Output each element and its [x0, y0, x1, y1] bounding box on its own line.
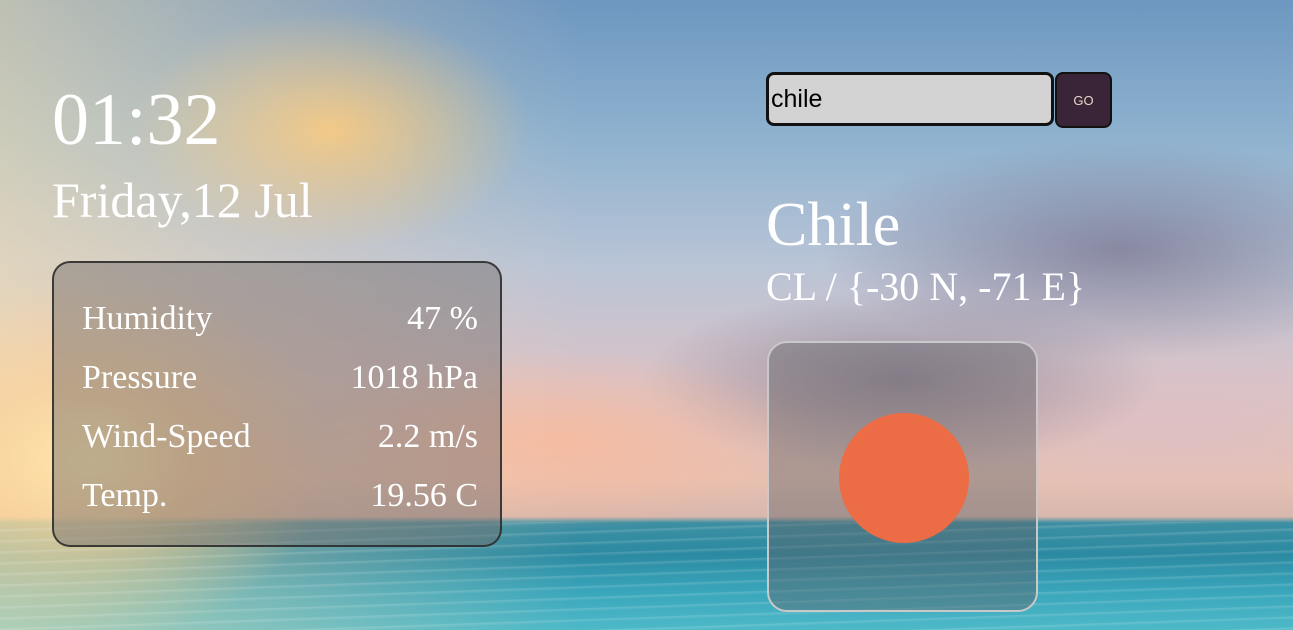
stat-row-temperature: Temp. 19.56 C: [82, 476, 478, 516]
weather-stats-card: Humidity 47 % Pressure 1018 hPa Wind-Spe…: [52, 261, 502, 547]
stat-label: Wind-Speed: [82, 418, 251, 455]
city-coordinates: CL / {-30 N, -71 E}: [766, 264, 1086, 309]
stat-label: Pressure: [82, 359, 198, 396]
clock-time: 01:32: [52, 79, 221, 161]
stat-row-pressure: Pressure 1018 hPa: [82, 358, 478, 398]
stat-row-wind-speed: Wind-Speed 2.2 m/s: [82, 417, 478, 457]
stat-value: 19.56 C: [370, 477, 478, 514]
stat-value: 1018 hPa: [350, 359, 479, 396]
clock-date: Friday,12 Jul: [52, 172, 313, 228]
city-name: Chile: [766, 191, 901, 259]
stat-value: 2.2 m/s: [377, 418, 478, 455]
stat-row-humidity: Humidity 47 %: [82, 299, 478, 339]
stat-label: Humidity: [82, 300, 213, 337]
sun-icon: [839, 413, 969, 543]
stat-value: 47 %: [407, 300, 478, 337]
city-search-input[interactable]: [766, 72, 1054, 126]
go-button[interactable]: GO: [1055, 72, 1112, 128]
stat-label: Temp.: [82, 477, 168, 514]
weather-icon-card: [767, 341, 1038, 612]
